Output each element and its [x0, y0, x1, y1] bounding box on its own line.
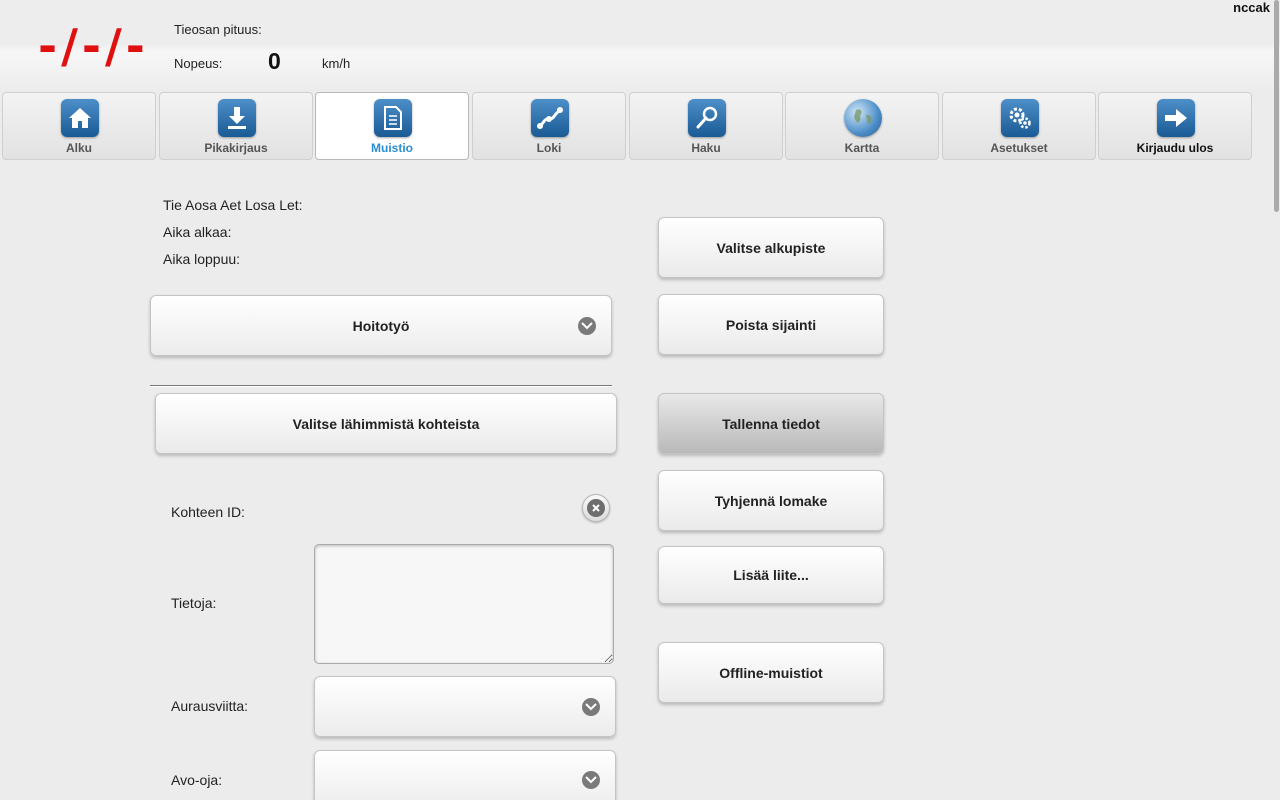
open-ditch-select[interactable] — [314, 750, 616, 800]
offline-notes-button[interactable]: Offline-muistiot — [658, 642, 884, 703]
tab-label: Kirjaudu ulos — [1136, 141, 1214, 155]
info-textarea[interactable] — [314, 544, 614, 664]
road-address-label: Tie Aosa Aet Losa Let: — [163, 197, 303, 213]
tab-pikakirjaus[interactable]: Pikakirjaus — [159, 92, 313, 160]
tab-kartta[interactable]: Kartta — [785, 92, 939, 160]
close-icon — [587, 499, 605, 517]
status-header: -/-/- Tieosan pituus: Nopeus: 0 km/h ncc… — [0, 0, 1280, 92]
plow-marker-label: Aurausviitta: — [171, 698, 249, 714]
speed-unit: km/h — [322, 56, 351, 71]
remove-location-button[interactable]: Poista sijainti — [658, 294, 884, 355]
clear-form-button[interactable]: Tyhjennä lomake — [658, 470, 884, 531]
tab-asetukset[interactable]: Asetukset — [942, 92, 1096, 160]
search-icon — [688, 99, 726, 137]
clear-target-id-button[interactable] — [582, 494, 610, 522]
tab-alku[interactable]: Alku — [2, 92, 156, 160]
chart-line-icon — [531, 99, 569, 137]
speed-value: 0 — [268, 48, 281, 74]
add-attachment-button[interactable]: Lisää liite... — [658, 546, 884, 604]
tab-haku[interactable]: Haku — [629, 92, 783, 160]
tab-kirjaudu-ulos[interactable]: Kirjaudu ulos — [1098, 92, 1252, 160]
document-icon — [374, 99, 412, 137]
info-label: Tietoja: — [171, 595, 217, 611]
save-button[interactable]: Tallenna tiedot — [658, 393, 884, 454]
section-length-label: Tieosan pituus: — [174, 22, 262, 37]
tab-label: Loki — [536, 141, 562, 155]
home-icon — [61, 99, 99, 137]
download-icon — [218, 99, 256, 137]
divider — [150, 385, 612, 387]
select-start-point-button[interactable]: Valitse alkupiste — [658, 217, 884, 278]
arrow-right-icon — [1157, 99, 1195, 137]
globe-icon — [844, 99, 882, 137]
target-id-label: Kohteen ID: — [171, 504, 245, 520]
road-address-display: -/-/- — [38, 19, 149, 73]
plow-marker-select[interactable] — [314, 676, 616, 737]
tab-label: Alku — [65, 141, 92, 155]
tab-label: Haku — [691, 141, 721, 155]
time-start-label: Aika alkaa: — [163, 224, 232, 240]
chevron-down-icon — [582, 771, 600, 789]
open-ditch-label: Avo-oja: — [171, 772, 223, 788]
work-type-value: Hoitotyö — [352, 317, 410, 334]
select-nearest-button[interactable]: Valitse lähimmistä kohteista — [155, 393, 617, 454]
time-end-label: Aika loppuu: — [163, 251, 241, 267]
tab-loki[interactable]: Loki — [472, 92, 626, 160]
tab-label: Kartta — [844, 141, 880, 155]
chevron-down-icon — [578, 316, 596, 335]
tab-label: Pikakirjaus — [204, 141, 268, 155]
tab-label: Asetukset — [990, 141, 1048, 155]
username: nccak — [1233, 0, 1270, 15]
tab-label: Muistio — [371, 141, 413, 155]
chevron-down-icon — [582, 697, 600, 716]
tab-muistio[interactable]: Muistio — [315, 92, 469, 160]
work-type-select[interactable]: Hoitotyö — [150, 295, 612, 356]
speed-label: Nopeus: — [174, 56, 223, 71]
gears-icon — [1001, 99, 1039, 137]
main-navigation: Alku Pikakirjaus Muistio Loki Haku Kartt… — [0, 92, 1280, 160]
